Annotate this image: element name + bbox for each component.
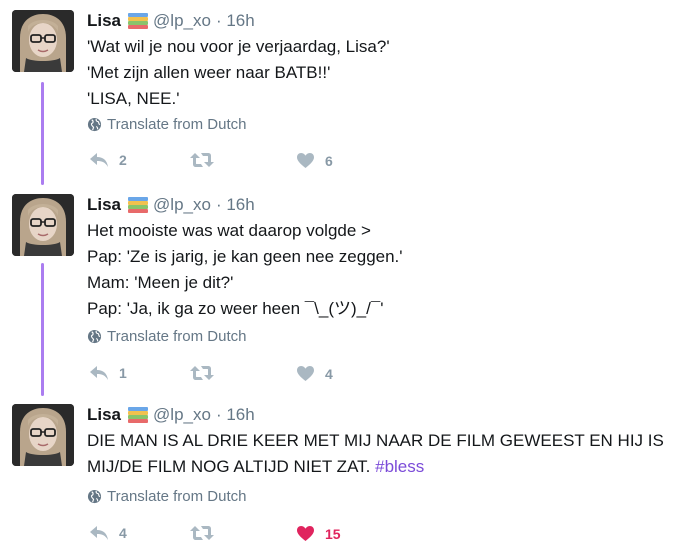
tweet-text-segment: MIJ/DE FILM NOG ALTIJD NIET ZAT. bbox=[87, 457, 371, 476]
tweet-header: Lisa @lp_xo · 16h bbox=[87, 194, 687, 216]
translate-link[interactable]: Translate from Dutch bbox=[87, 116, 247, 133]
retweet-icon bbox=[190, 153, 214, 167]
avatar[interactable] bbox=[12, 194, 74, 256]
like-count: 6 bbox=[325, 152, 333, 169]
translate-label[interactable]: Translate from Dutch bbox=[107, 116, 247, 133]
display-name[interactable]: Lisa bbox=[87, 11, 121, 31]
heart-icon bbox=[297, 365, 314, 382]
like-button[interactable]: 6 bbox=[296, 152, 333, 169]
reply-count: 2 bbox=[119, 152, 127, 168]
tweet-text-line: Pap: 'Ze is jarig, je kan geen nee zegge… bbox=[87, 247, 403, 266]
heart-icon bbox=[297, 525, 314, 542]
avatar[interactable] bbox=[12, 10, 74, 72]
reply-icon bbox=[90, 153, 108, 167]
tweet-text-line: DIE MAN IS AL DRIE KEER MET MIJ NAAR DE … bbox=[87, 431, 664, 450]
retweet-icon bbox=[190, 366, 214, 380]
tweet[interactable]: Lisa @lp_xo · 16h Het mooiste was wat da… bbox=[0, 194, 700, 394]
translate-label[interactable]: Translate from Dutch bbox=[107, 328, 247, 345]
tweet-text-line: Mam: 'Meen je dit?' bbox=[87, 273, 234, 292]
display-name[interactable]: Lisa bbox=[87, 195, 121, 215]
books-emoji bbox=[128, 197, 149, 213]
timestamp[interactable]: · 16h bbox=[216, 405, 255, 425]
retweet-button[interactable] bbox=[190, 365, 224, 381]
tweet-body: Lisa @lp_xo · 16h Het mooiste was wat da… bbox=[87, 194, 687, 382]
globe-icon bbox=[87, 117, 102, 132]
books-emoji bbox=[128, 407, 149, 423]
reply-button[interactable]: 2 bbox=[89, 152, 127, 168]
reply-icon bbox=[90, 366, 108, 380]
tweet-text-line: 'Wat wil je nou voor je verjaardag, Lisa… bbox=[87, 37, 390, 56]
tweet-text-line: Pap: 'Ja, ik ga zo weer heen ¯\_(ツ)_/¯' bbox=[87, 299, 384, 318]
tweet-actions: 1 4 bbox=[87, 365, 387, 387]
reply-icon bbox=[90, 526, 108, 540]
tweet-text: 'Wat wil je nou voor je verjaardag, Lisa… bbox=[87, 34, 687, 112]
reply-count: 4 bbox=[119, 525, 127, 541]
tweet-actions: 2 6 bbox=[87, 152, 387, 174]
books-emoji bbox=[128, 13, 149, 29]
timestamp[interactable]: · 16h bbox=[216, 195, 255, 215]
tweet[interactable]: Lisa @lp_xo · 16h 'Wat wil je nou voor j… bbox=[0, 10, 700, 180]
like-button[interactable]: 4 bbox=[296, 365, 333, 382]
tweet-text-line: MIJ/DE FILM NOG ALTIJD NIET ZAT. #bless bbox=[87, 454, 687, 480]
tweet-text-line: 'LISA, NEE.' bbox=[87, 89, 180, 108]
handle[interactable]: @lp_xo bbox=[153, 405, 211, 425]
tweet-text-line: Het mooiste was wat daarop volgde > bbox=[87, 221, 371, 240]
avatar[interactable] bbox=[12, 404, 74, 466]
translate-label[interactable]: Translate from Dutch bbox=[107, 488, 247, 505]
display-name[interactable]: Lisa bbox=[87, 405, 121, 425]
tweet-text: DIE MAN IS AL DRIE KEER MET MIJ NAAR DE … bbox=[87, 428, 687, 480]
like-count: 4 bbox=[325, 365, 333, 382]
retweet-icon bbox=[190, 526, 214, 540]
tweet-body: Lisa @lp_xo · 16h DIE MAN IS AL DRIE KEE… bbox=[87, 404, 687, 542]
retweet-button[interactable] bbox=[190, 152, 224, 168]
handle[interactable]: @lp_xo bbox=[153, 195, 211, 215]
reply-count: 1 bbox=[119, 365, 127, 381]
translate-link[interactable]: Translate from Dutch bbox=[87, 328, 247, 345]
hashtag-link[interactable]: #bless bbox=[375, 457, 424, 476]
tweet[interactable]: Lisa @lp_xo · 16h DIE MAN IS AL DRIE KEE… bbox=[0, 404, 700, 554]
tweet-actions: 4 15 bbox=[87, 525, 387, 547]
timestamp[interactable]: · 16h bbox=[216, 11, 255, 31]
handle[interactable]: @lp_xo bbox=[153, 11, 211, 31]
tweet-body: Lisa @lp_xo · 16h 'Wat wil je nou voor j… bbox=[87, 10, 687, 169]
retweet-button[interactable] bbox=[190, 525, 224, 541]
globe-icon bbox=[87, 489, 102, 504]
tweet-header: Lisa @lp_xo · 16h bbox=[87, 404, 687, 426]
translate-link[interactable]: Translate from Dutch bbox=[87, 488, 247, 505]
heart-icon bbox=[297, 152, 314, 169]
tweet-text-line: 'Met zijn allen weer naar BATB!!' bbox=[87, 63, 331, 82]
reply-button[interactable]: 4 bbox=[89, 525, 127, 541]
tweet-header: Lisa @lp_xo · 16h bbox=[87, 10, 687, 32]
reply-button[interactable]: 1 bbox=[89, 365, 127, 381]
like-button[interactable]: 15 bbox=[296, 525, 341, 542]
like-count: 15 bbox=[325, 525, 341, 542]
globe-icon bbox=[87, 329, 102, 344]
tweet-text: Het mooiste was wat daarop volgde > Pap:… bbox=[87, 218, 687, 322]
